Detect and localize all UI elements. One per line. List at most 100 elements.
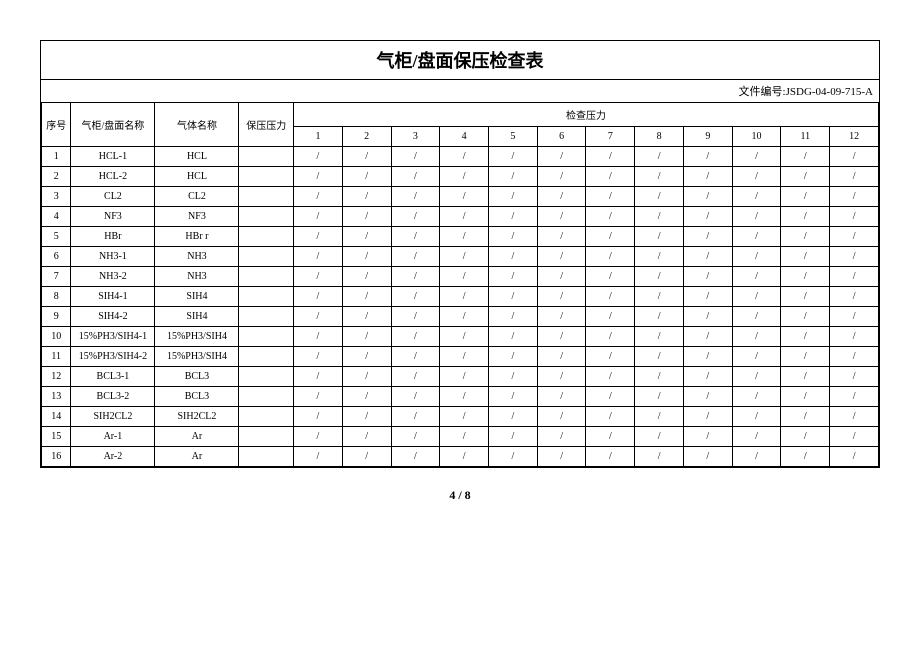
cell-check: / bbox=[586, 447, 635, 467]
cell-check: / bbox=[586, 187, 635, 207]
cell-check: / bbox=[440, 447, 489, 467]
header-col: 5 bbox=[489, 127, 538, 147]
cell-gas: CL2 bbox=[155, 187, 239, 207]
cell-check: / bbox=[342, 427, 391, 447]
cell-check: / bbox=[781, 327, 830, 347]
cell-check: / bbox=[732, 427, 781, 447]
cell-gas: BCL3 bbox=[155, 387, 239, 407]
cell-cabinet: Ar-1 bbox=[71, 427, 155, 447]
cell-check: / bbox=[537, 287, 586, 307]
cell-check: / bbox=[489, 247, 538, 267]
cell-check: / bbox=[635, 207, 684, 227]
cell-check: / bbox=[537, 387, 586, 407]
cell-cabinet: HCL-2 bbox=[71, 167, 155, 187]
cell-check: / bbox=[586, 387, 635, 407]
cell-gas: SIH4 bbox=[155, 287, 239, 307]
cell-seq: 16 bbox=[42, 447, 71, 467]
cell-check: / bbox=[586, 227, 635, 247]
cell-check: / bbox=[294, 307, 343, 327]
cell-check: / bbox=[732, 327, 781, 347]
cell-check: / bbox=[830, 427, 879, 447]
doc-no-value: JSDG-04-09-715-A bbox=[786, 86, 873, 98]
cell-check: / bbox=[342, 207, 391, 227]
cell-hold bbox=[239, 227, 294, 247]
cell-check: / bbox=[489, 167, 538, 187]
cell-check: / bbox=[391, 327, 440, 347]
cell-seq: 14 bbox=[42, 407, 71, 427]
header-col: 2 bbox=[342, 127, 391, 147]
cell-check: / bbox=[489, 347, 538, 367]
cell-check: / bbox=[440, 327, 489, 347]
cell-check: / bbox=[732, 387, 781, 407]
cell-check: / bbox=[586, 367, 635, 387]
cell-check: / bbox=[635, 187, 684, 207]
cell-seq: 6 bbox=[42, 247, 71, 267]
cell-seq: 8 bbox=[42, 287, 71, 307]
table-row: 15Ar-1Ar//////////// bbox=[42, 427, 879, 447]
cell-check: / bbox=[586, 327, 635, 347]
header-seq: 序号 bbox=[42, 103, 71, 147]
table-body: 1HCL-1HCL////////////2HCL-2HCL//////////… bbox=[42, 147, 879, 467]
cell-check: / bbox=[683, 287, 732, 307]
cell-check: / bbox=[635, 167, 684, 187]
cell-seq: 4 bbox=[42, 207, 71, 227]
cell-check: / bbox=[586, 267, 635, 287]
cell-hold bbox=[239, 147, 294, 167]
cell-check: / bbox=[440, 347, 489, 367]
cell-check: / bbox=[586, 247, 635, 267]
cell-check: / bbox=[635, 147, 684, 167]
table-row: 12BCL3-1BCL3//////////// bbox=[42, 367, 879, 387]
cell-check: / bbox=[732, 247, 781, 267]
sheet-title: 气柜/盘面保压检查表 bbox=[41, 41, 879, 80]
cell-check: / bbox=[489, 447, 538, 467]
cell-check: / bbox=[342, 227, 391, 247]
cell-check: / bbox=[781, 447, 830, 467]
table-row: 1HCL-1HCL//////////// bbox=[42, 147, 879, 167]
cell-hold bbox=[239, 407, 294, 427]
cell-check: / bbox=[440, 287, 489, 307]
cell-cabinet: 15%PH3/SIH4-2 bbox=[71, 347, 155, 367]
cell-gas: Ar bbox=[155, 427, 239, 447]
cell-seq: 1 bbox=[42, 147, 71, 167]
cell-check: / bbox=[440, 187, 489, 207]
cell-check: / bbox=[781, 407, 830, 427]
cell-cabinet: BCL3-2 bbox=[71, 387, 155, 407]
cell-hold bbox=[239, 267, 294, 287]
cell-hold bbox=[239, 187, 294, 207]
cell-cabinet: NF3 bbox=[71, 207, 155, 227]
cell-check: / bbox=[586, 427, 635, 447]
table-row: 16Ar-2Ar//////////// bbox=[42, 447, 879, 467]
cell-check: / bbox=[391, 187, 440, 207]
cell-check: / bbox=[489, 227, 538, 247]
cell-check: / bbox=[586, 307, 635, 327]
header-cabinet: 气柜/盘面名称 bbox=[71, 103, 155, 147]
cell-check: / bbox=[586, 167, 635, 187]
cell-check: / bbox=[683, 447, 732, 467]
cell-hold bbox=[239, 387, 294, 407]
doc-no-label: 文件编号: bbox=[739, 86, 786, 98]
cell-hold bbox=[239, 247, 294, 267]
cell-check: / bbox=[830, 447, 879, 467]
doc-number-row: 文件编号:JSDG-04-09-715-A bbox=[41, 80, 879, 102]
table-row: 8SIH4-1SIH4//////////// bbox=[42, 287, 879, 307]
cell-check: / bbox=[489, 427, 538, 447]
cell-check: / bbox=[294, 167, 343, 187]
cell-check: / bbox=[781, 147, 830, 167]
cell-check: / bbox=[586, 207, 635, 227]
cell-cabinet: SIH2CL2 bbox=[71, 407, 155, 427]
cell-check: / bbox=[537, 327, 586, 347]
cell-check: / bbox=[830, 207, 879, 227]
cell-check: / bbox=[489, 387, 538, 407]
table-row: 4NF3NF3//////////// bbox=[42, 207, 879, 227]
cell-check: / bbox=[294, 287, 343, 307]
table-row: 9SIH4-2SIH4//////////// bbox=[42, 307, 879, 327]
cell-check: / bbox=[830, 367, 879, 387]
cell-check: / bbox=[732, 147, 781, 167]
cell-gas: SIH2CL2 bbox=[155, 407, 239, 427]
cell-check: / bbox=[294, 247, 343, 267]
cell-hold bbox=[239, 327, 294, 347]
table-row: 1115%PH3/SIH4-215%PH3/SIH4//////////// bbox=[42, 347, 879, 367]
cell-check: / bbox=[342, 247, 391, 267]
cell-seq: 15 bbox=[42, 427, 71, 447]
cell-seq: 10 bbox=[42, 327, 71, 347]
